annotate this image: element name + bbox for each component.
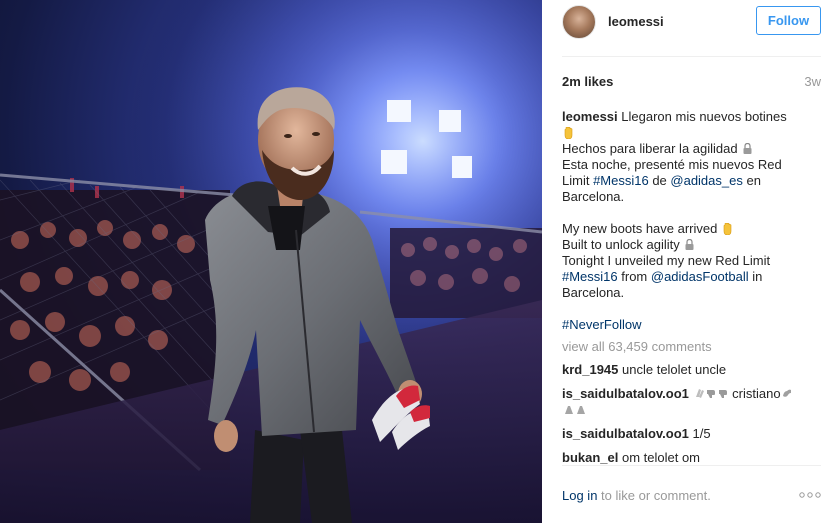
likes-row: 2m likes 3w: [562, 74, 821, 90]
caption-line-10: Barcelona.: [562, 285, 625, 300]
comment-username[interactable]: krd_1945: [562, 362, 618, 377]
post-age[interactable]: 3w: [804, 74, 821, 89]
caption-line-5: Barcelona.: [562, 189, 625, 204]
footer-divider: [562, 465, 821, 466]
comment: is_saidulbatalov.oo1 1/5: [562, 426, 802, 442]
mention-adidas-es[interactable]: @adidas_es: [670, 173, 742, 188]
folded-hands-emoji-icon: [577, 406, 585, 414]
caption-line-2: Hechos para liberar la agilidad: [562, 141, 738, 156]
comment-username[interactable]: bukan_el: [562, 450, 618, 465]
comment-username[interactable]: is_saidulbatalov.oo1: [562, 386, 689, 401]
raised-hand-icon: [564, 127, 573, 139]
post-header: leomessi Follow: [542, 0, 827, 56]
caption-line-1: Llegaron mis nuevos botines: [621, 109, 787, 124]
login-link[interactable]: Log in: [562, 488, 597, 503]
caption-line-9-mid: from: [617, 269, 651, 284]
caption-line-4-pre: Limit: [562, 173, 594, 188]
lock-icon: [685, 239, 694, 250]
comment: bukan_el om telolet om: [562, 450, 802, 466]
folded-hands-emoji-icon: [565, 406, 573, 414]
caption-line-8: Tonight I unveiled my new Red Limit: [562, 253, 771, 268]
thumbs-down-emoji-icon: [718, 390, 727, 398]
post-details-panel: leomessi Follow 2m likes 3w leomessi Lle…: [542, 0, 827, 523]
flexed-biceps-emoji-icon: [782, 389, 791, 397]
comment-text: om telolet om: [621, 450, 701, 465]
hashtag-messi16-en[interactable]: #Messi16: [562, 269, 618, 284]
thumbs-down-emoji-icon: [706, 390, 715, 398]
comment: krd_1945 uncle telolet uncle: [562, 362, 802, 378]
caption-line-9-post: in: [748, 269, 763, 284]
comments-list: krd_1945 uncle telolet uncle is_saidulba…: [562, 362, 802, 474]
caption-line-6: My new boots have arrived: [562, 221, 718, 236]
hashtag-neverfollow[interactable]: #NeverFollow: [562, 317, 802, 333]
clapping-hands-emoji-icon: [695, 389, 704, 398]
likes-count[interactable]: 2m likes: [562, 74, 613, 89]
caption: leomessi Llegaron mis nuevos botines Hec…: [562, 109, 802, 333]
hashtag-messi16[interactable]: #Messi16: [593, 173, 649, 188]
follow-button[interactable]: Follow: [756, 6, 821, 35]
post-photo-illustration: [0, 0, 542, 523]
post-photo[interactable]: [0, 0, 542, 523]
caption-line-4-mid: de: [648, 173, 671, 188]
more-options-icon[interactable]: [799, 490, 821, 500]
caption-line-4-post: en: [742, 173, 761, 188]
mention-adidasfootball[interactable]: @adidasFootball: [651, 269, 749, 284]
comment-text: 1/5: [692, 426, 711, 441]
lock-icon: [743, 143, 752, 154]
raised-hand-icon: [723, 223, 732, 235]
avatar[interactable]: [562, 5, 596, 39]
header-divider: [562, 56, 821, 57]
caption-username[interactable]: leomessi: [562, 109, 618, 124]
comment-username[interactable]: is_saidulbatalov.oo1: [562, 426, 689, 441]
view-all-comments-link[interactable]: view all 63,459 comments: [562, 339, 712, 354]
header-username[interactable]: leomessi: [608, 14, 664, 29]
login-row: Log in to like or comment.: [562, 488, 821, 504]
comment: is_saidulbatalov.oo1 cristiano: [562, 386, 802, 418]
caption-line-3: Esta noche, presenté mis nuevos Red: [562, 157, 782, 172]
crowd-right: [390, 228, 542, 318]
comment-text: uncle telolet uncle: [622, 362, 727, 377]
caption-line-7: Built to unlock agility: [562, 237, 680, 252]
login-prompt-text: to like or comment.: [597, 488, 711, 503]
comment-text: cristiano: [732, 386, 781, 401]
